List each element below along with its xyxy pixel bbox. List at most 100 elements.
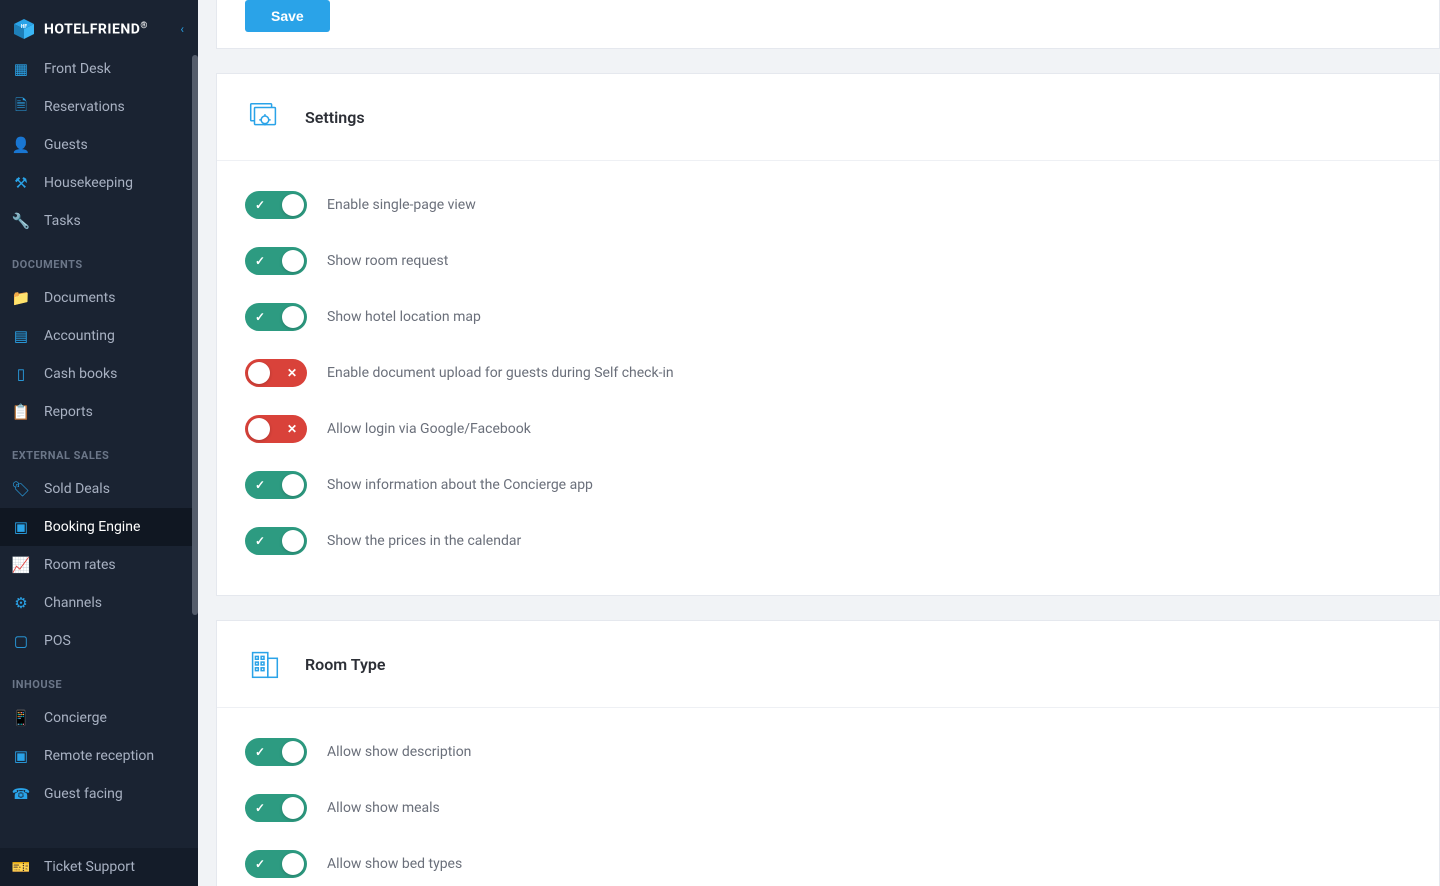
- toggle-knob: [282, 530, 304, 552]
- sidebar-item-label: Remote reception: [44, 748, 154, 764]
- engine-icon: ▣: [12, 518, 30, 536]
- toggle-knob: [282, 853, 304, 875]
- document-icon: 🗎: [12, 98, 30, 116]
- sidebar-item-label: Guest facing: [44, 786, 123, 802]
- logo-cube-icon: HF: [12, 17, 36, 41]
- folder-icon: 📁: [12, 289, 30, 307]
- toggle-switch[interactable]: ✓: [245, 850, 307, 878]
- desk-icon: ▦: [12, 60, 30, 78]
- book-icon: ▯: [12, 365, 30, 383]
- toggle-label: Allow show description: [327, 744, 471, 760]
- sidebar-item-label: Front Desk: [44, 61, 111, 77]
- sidebar-item-label: Reports: [44, 404, 93, 420]
- toggle-row: ✓ Show hotel location map: [245, 289, 1411, 345]
- toggle-row: ✕Enable document upload for guests durin…: [245, 345, 1411, 401]
- toggle-knob: [282, 474, 304, 496]
- grid-icon: ▤: [12, 327, 30, 345]
- sidebar-item-remote-reception[interactable]: ▣ Remote reception: [0, 737, 198, 775]
- toggle-switch[interactable]: ✕: [245, 359, 307, 387]
- sidebar-item-label: POS: [44, 633, 71, 649]
- check-icon: ✓: [255, 478, 265, 492]
- main-content: Save Settings ✓Enable single-page view✓S…: [198, 0, 1440, 886]
- save-bar: Save: [216, 0, 1440, 49]
- svg-text:HF: HF: [21, 24, 28, 30]
- sidebar-item-guest-facing[interactable]: ☎ Guest facing: [0, 775, 198, 813]
- phone-icon: 📱: [12, 709, 30, 727]
- sidebar-item-ticket-support[interactable]: 🎫 Ticket Support: [0, 848, 198, 886]
- gear-icon: ⚙: [12, 594, 30, 612]
- save-button[interactable]: Save: [245, 0, 330, 32]
- sidebar-item-housekeeping[interactable]: ⚒ Housekeeping: [0, 164, 198, 202]
- sidebar-item-label: Documents: [44, 290, 115, 306]
- pos-icon: ▢: [12, 632, 30, 650]
- toggle-label: Show room request: [327, 253, 448, 269]
- toggle-knob: [248, 418, 270, 440]
- toggle-switch[interactable]: ✓: [245, 247, 307, 275]
- x-icon: ✕: [287, 366, 297, 380]
- sidebar-item-pos[interactable]: ▢ POS: [0, 622, 198, 660]
- toggle-row: ✓Show information about the Concierge ap…: [245, 457, 1411, 513]
- roomtype-section-icon: [245, 645, 283, 683]
- reception-icon: ▣: [12, 747, 30, 765]
- toggle-label: Allow show meals: [327, 800, 440, 816]
- sidebar-item-guests[interactable]: 👤 Guests: [0, 126, 198, 164]
- toggle-row: ✓ Show room request: [245, 233, 1411, 289]
- sidebar-footer: 🎫 Ticket Support: [0, 848, 198, 886]
- settings-card-title: Settings: [305, 108, 365, 127]
- sidebar-item-label: Ticket Support: [44, 859, 135, 875]
- toggle-label: Allow show bed types: [327, 856, 462, 872]
- sidebar-item-accounting[interactable]: ▤ Accounting: [0, 317, 198, 355]
- sidebar-item-documents[interactable]: 📁 Documents: [0, 279, 198, 317]
- sidebar-item-channels[interactable]: ⚙ Channels: [0, 584, 198, 622]
- check-icon: ✓: [255, 534, 265, 548]
- person-icon: 👤: [12, 136, 30, 154]
- settings-card-header: Settings: [217, 74, 1439, 161]
- sidebar-collapse-icon[interactable]: ‹: [180, 22, 184, 36]
- sidebar-item-front-desk[interactable]: ▦ Front Desk: [0, 58, 198, 88]
- x-icon: ✕: [287, 422, 297, 436]
- sidebar-item-label: Housekeeping: [44, 175, 133, 191]
- sidebar-scrollbar[interactable]: [192, 55, 198, 615]
- roomtype-card-header: Room Type: [217, 621, 1439, 708]
- toggle-switch[interactable]: ✓: [245, 303, 307, 331]
- toggle-label: Show hotel location map: [327, 309, 481, 325]
- sidebar-item-label: Tasks: [44, 213, 81, 229]
- sidebar-section-external: EXTERNAL SALES: [0, 431, 198, 470]
- toggle-knob: [282, 194, 304, 216]
- check-icon: ✓: [255, 857, 265, 871]
- sidebar-item-cash-books[interactable]: ▯ Cash books: [0, 355, 198, 393]
- sidebar-body: ▦ Front Desk 🗎 Reservations 👤 Guests ⚒ H…: [0, 58, 198, 848]
- sidebar-item-label: Guests: [44, 137, 88, 153]
- toggle-label: Allow login via Google/Facebook: [327, 421, 531, 437]
- settings-section-icon: [245, 98, 283, 136]
- toggle-switch[interactable]: ✓: [245, 527, 307, 555]
- toggle-row: ✓ Allow show meals: [245, 780, 1411, 836]
- sidebar-item-booking-engine[interactable]: ▣ Booking Engine: [0, 508, 198, 546]
- sidebar-item-room-rates[interactable]: 📈 Room rates: [0, 546, 198, 584]
- sidebar-item-label: Room rates: [44, 557, 116, 573]
- toggle-switch[interactable]: ✓: [245, 471, 307, 499]
- toggle-switch[interactable]: ✕: [245, 415, 307, 443]
- toggle-switch[interactable]: ✓: [245, 794, 307, 822]
- toggle-row: ✓ Enable single-page view: [245, 177, 1411, 233]
- sidebar-item-label: Sold Deals: [44, 481, 110, 497]
- toggle-knob: [282, 797, 304, 819]
- sidebar-item-sold-deals[interactable]: 🏷 Sold Deals: [0, 470, 198, 508]
- sidebar-item-reports[interactable]: 📋 Reports: [0, 393, 198, 431]
- sidebar-item-label: Reservations: [44, 99, 125, 115]
- sidebar-item-tasks[interactable]: 🔧 Tasks: [0, 202, 198, 240]
- toggle-knob: [282, 250, 304, 272]
- toggle-row: ✓ Allow show bed types: [245, 836, 1411, 886]
- sidebar-item-reservations[interactable]: 🗎 Reservations: [0, 88, 198, 126]
- toggle-switch[interactable]: ✓: [245, 191, 307, 219]
- toggle-row: ✓Show the prices in the calendar: [245, 513, 1411, 569]
- check-icon: ✓: [255, 198, 265, 212]
- toggle-label: Enable single-page view: [327, 197, 476, 213]
- sidebar-item-concierge[interactable]: 📱 Concierge: [0, 699, 198, 737]
- ticket-icon: 🎫: [12, 858, 30, 876]
- roomtype-card-body: ✓ Allow show description ✓ Allow show meals…: [217, 708, 1439, 886]
- check-icon: ✓: [255, 745, 265, 759]
- toggle-switch[interactable]: ✓: [245, 738, 307, 766]
- toggle-row: ✓ Allow show description: [245, 724, 1411, 780]
- brand-name: HOTELFRIEND®: [44, 21, 148, 38]
